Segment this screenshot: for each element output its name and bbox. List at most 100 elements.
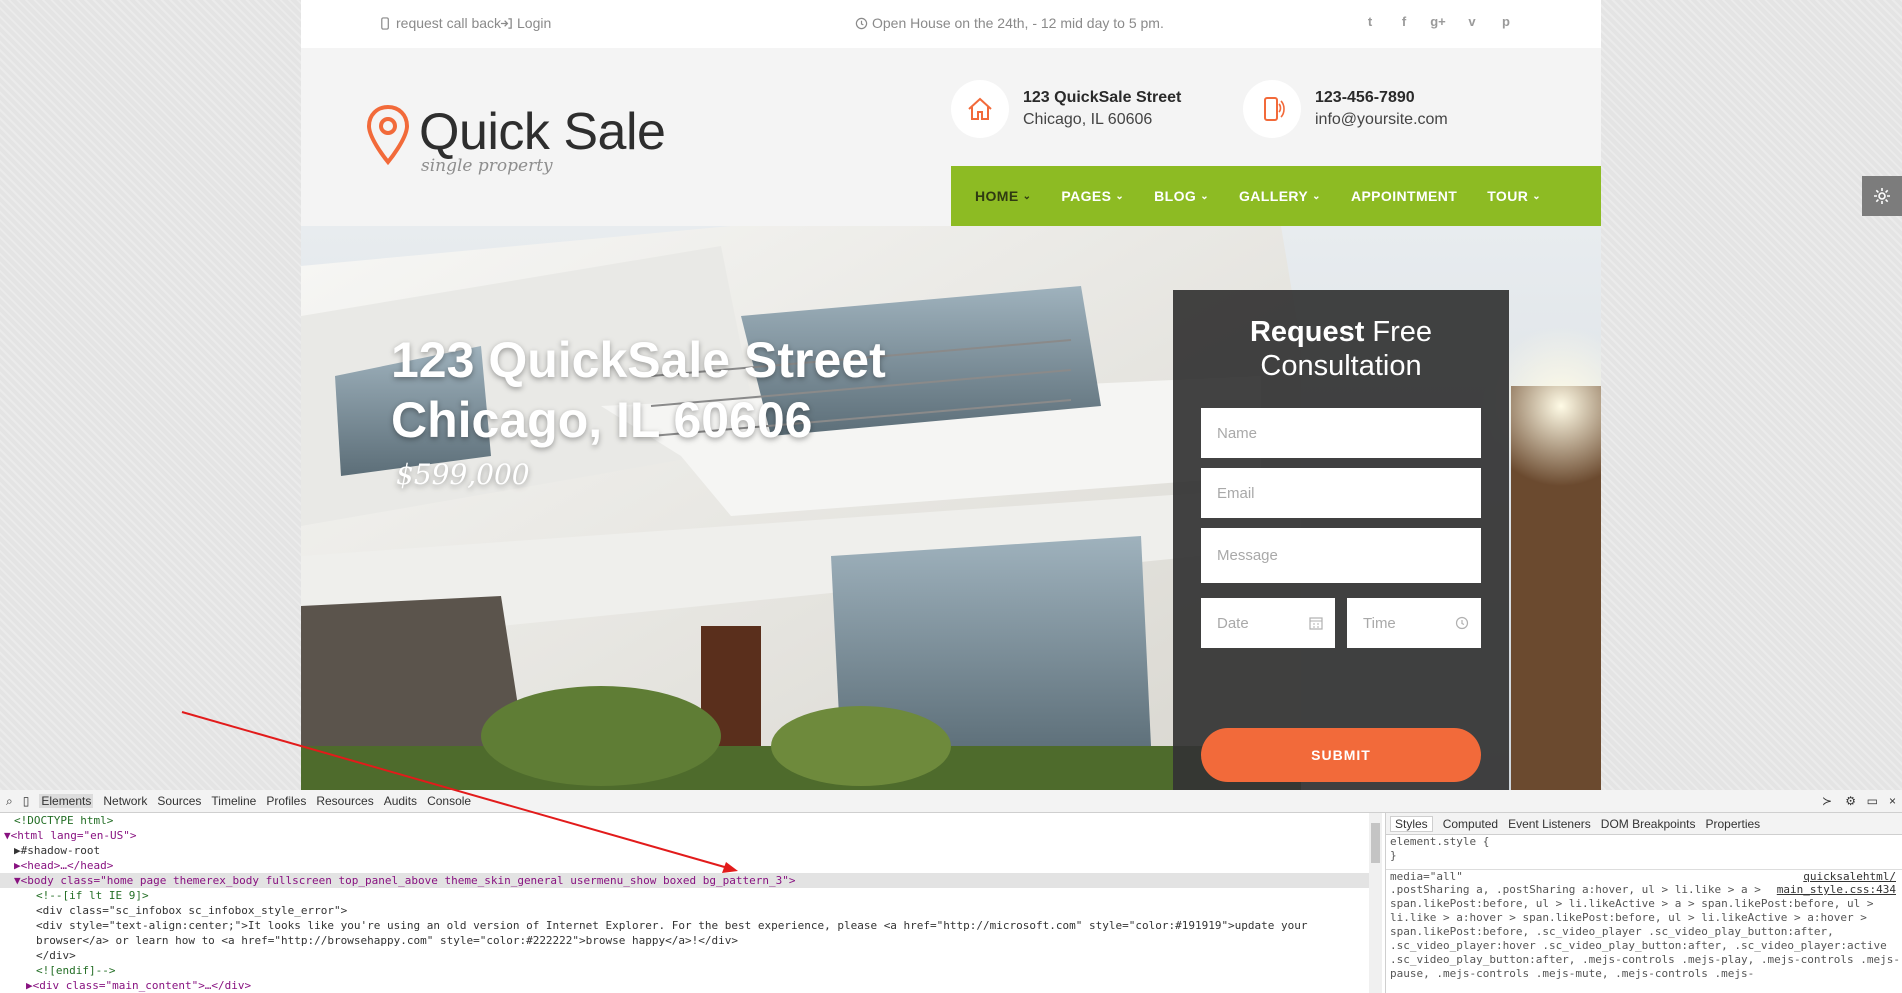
style-source-link[interactable]: main_style.css:434 — [1777, 883, 1896, 897]
settings-gear-button[interactable] — [1862, 176, 1902, 216]
style-rule-line: pause, .mejs-controls .mejs-mute, .mejs-… — [1390, 967, 1755, 980]
login-label: Login — [517, 15, 552, 31]
dom-line-text: <div class="main_content">…</div> — [32, 979, 252, 992]
dom-line[interactable]: browser</a> or learn how to <a href="htt… — [0, 933, 1382, 948]
nav-gallery[interactable]: GALLERY ⌄ — [1239, 188, 1321, 204]
map-pin-icon — [366, 104, 410, 166]
address-block: 123 QuickSale Street Chicago, IL 60606 — [951, 80, 1181, 138]
facebook-icon[interactable]: f — [1397, 14, 1411, 29]
style-selector: .postSharing a, .postSharing a:hover, ul… — [1390, 883, 1761, 896]
email-address[interactable]: info@yoursite.com — [1315, 111, 1448, 129]
dom-line[interactable]: <!--[if lt IE 9]> — [0, 888, 1382, 903]
tab-profiles[interactable]: Profiles — [266, 794, 306, 808]
chevron-down-icon: ⌄ — [1115, 190, 1125, 202]
chevron-down-icon: ⌄ — [1532, 190, 1542, 202]
style-media: media="all" — [1390, 870, 1463, 883]
gear-icon — [1874, 188, 1890, 204]
chevron-down-icon: ⌄ — [1022, 190, 1032, 202]
tab-event-listeners[interactable]: Event Listeners — [1508, 817, 1591, 831]
email-input[interactable]: Email — [1201, 468, 1481, 518]
search-icon[interactable]: ⌕ — [6, 794, 13, 809]
nav-gallery-label: GALLERY — [1238, 188, 1309, 204]
website-viewport: request call back Login Open House on th… — [301, 0, 1601, 790]
pinterest-icon[interactable]: p — [1499, 14, 1513, 29]
style-rule-line: media="all" quicksalehtml/ — [1386, 869, 1902, 883]
nav-home[interactable]: HOME ⌄ — [975, 188, 1031, 204]
style-rule-line[interactable]: element.style { — [1386, 835, 1902, 849]
dom-line[interactable]: ▼<html lang="en-US"> — [0, 828, 1382, 843]
dom-scrollbar[interactable] — [1369, 813, 1382, 993]
form-title: Request Free Consultation — [1173, 315, 1509, 383]
dock-icon[interactable]: ▭ — [1867, 794, 1878, 808]
top-bar: request call back Login Open House on th… — [301, 0, 1601, 48]
tab-properties[interactable]: Properties — [1705, 817, 1760, 831]
form-title-bold: Request — [1249, 316, 1365, 348]
form-title-line2: Consultation — [1260, 350, 1422, 382]
message-textarea[interactable]: Message — [1201, 528, 1481, 583]
tab-network[interactable]: Network — [103, 794, 147, 808]
clock-icon — [855, 17, 868, 29]
phone-number: 123-456-7890 — [1315, 89, 1415, 106]
style-rule-line: .sc_video_play_button:after, .mejs-contr… — [1390, 953, 1900, 966]
dom-line[interactable]: <![endif]--> — [0, 963, 1382, 978]
dom-line[interactable]: ▶<div class="main_content">…</div> — [0, 978, 1382, 993]
devtools-tabbar: ⌕ ▯ Elements Network Sources Timeline Pr… — [0, 790, 1902, 813]
tab-elements[interactable]: Elements — [39, 794, 94, 808]
nav-tour[interactable]: TOUR ⌄ — [1487, 188, 1541, 204]
tab-dom-breakpoints[interactable]: DOM Breakpoints — [1601, 817, 1696, 831]
site-logo[interactable]: Quick Sale single property — [365, 104, 666, 176]
submit-button[interactable]: SUBMIT — [1201, 728, 1481, 782]
clock-icon — [1455, 616, 1469, 630]
nav-tour-label: TOUR — [1487, 188, 1529, 204]
twitter-icon[interactable]: t — [1363, 14, 1377, 29]
tab-styles[interactable]: Styles — [1390, 815, 1433, 832]
name-input[interactable]: Name — [1201, 408, 1481, 458]
request-callback-link[interactable]: request call back — [379, 15, 501, 31]
devtools-panel: ⌕ ▯ Elements Network Sources Timeline Pr… — [0, 790, 1902, 993]
google-plus-icon[interactable]: g+ — [1430, 14, 1446, 29]
consultation-form: Request Free Consultation Name Email Mes… — [1173, 290, 1509, 790]
tab-sources[interactable]: Sources — [157, 794, 201, 808]
phone-block: 123-456-7890 info@yoursite.com — [1243, 80, 1448, 138]
dom-line[interactable]: <div style="text-align:center;">It looks… — [0, 918, 1382, 933]
gear-icon[interactable]: ⚙ — [1845, 794, 1856, 808]
close-icon[interactable]: × — [1889, 794, 1896, 808]
tab-resources[interactable]: Resources — [316, 794, 373, 808]
style-rule-line: li.like > a:hover > span.likePost:before… — [1390, 911, 1867, 924]
hero-price: $599,000 — [396, 458, 530, 491]
tab-console[interactable]: Console — [427, 794, 471, 808]
styles-pane: Styles Computed Event Listeners DOM Brea… — [1385, 813, 1902, 993]
dom-line[interactable]: ▶#shadow-root — [0, 843, 1382, 858]
tab-audits[interactable]: Audits — [384, 794, 417, 808]
hero-banner: 123 QuickSale Street Chicago, IL 60606 $… — [301, 226, 1601, 790]
mobile-phone-icon — [1243, 80, 1301, 138]
time-input[interactable]: Time — [1347, 598, 1481, 648]
styles-tabbar: Styles Computed Event Listeners DOM Brea… — [1386, 813, 1902, 835]
scrollbar-thumb[interactable] — [1371, 823, 1380, 863]
hero-address-line2: Chicago, IL 60606 — [391, 392, 813, 448]
login-link[interactable]: Login — [500, 15, 551, 31]
open-house-notice: Open House on the 24th, - 12 mid day to … — [855, 15, 1164, 31]
calendar-icon — [1309, 617, 1323, 630]
main-navigation: HOME ⌄ PAGES ⌄ BLOG ⌄ GALLERY ⌄ APPOINTMENT … — [951, 166, 1601, 226]
dom-line[interactable]: </div> — [0, 948, 1382, 963]
dom-line-text: <head>…</head> — [20, 859, 114, 872]
nav-appointment[interactable]: APPOINTMENT — [1351, 188, 1457, 204]
dom-line[interactable]: <!DOCTYPE html> — [0, 813, 1382, 828]
vimeo-icon[interactable]: v — [1465, 14, 1479, 29]
dom-line[interactable]: ▶<head>…</head> — [0, 858, 1382, 873]
dom-line[interactable]: <div class="sc_infobox sc_infobox_style_… — [0, 903, 1382, 918]
dom-line-selected-body[interactable]: ▼<body class="home page themerex_body fu… — [0, 873, 1382, 888]
email-placeholder: Email — [1217, 484, 1255, 502]
nav-blog[interactable]: BLOG ⌄ — [1154, 188, 1209, 204]
style-source-link[interactable]: quicksalehtml/ — [1803, 870, 1896, 883]
date-input[interactable]: Date — [1201, 598, 1335, 648]
device-mode-icon[interactable]: ▯ — [23, 794, 30, 808]
dom-line-text: <html lang="en-US"> — [10, 829, 137, 842]
tab-timeline[interactable]: Timeline — [211, 794, 256, 808]
console-drawer-icon[interactable]: ≻ — [1822, 794, 1832, 808]
nav-pages[interactable]: PAGES ⌄ — [1061, 188, 1124, 204]
nav-home-label: HOME — [975, 188, 1019, 204]
style-rule-line: span.likePost:before, .sc_video_player .… — [1390, 925, 1834, 938]
tab-computed[interactable]: Computed — [1443, 817, 1498, 831]
